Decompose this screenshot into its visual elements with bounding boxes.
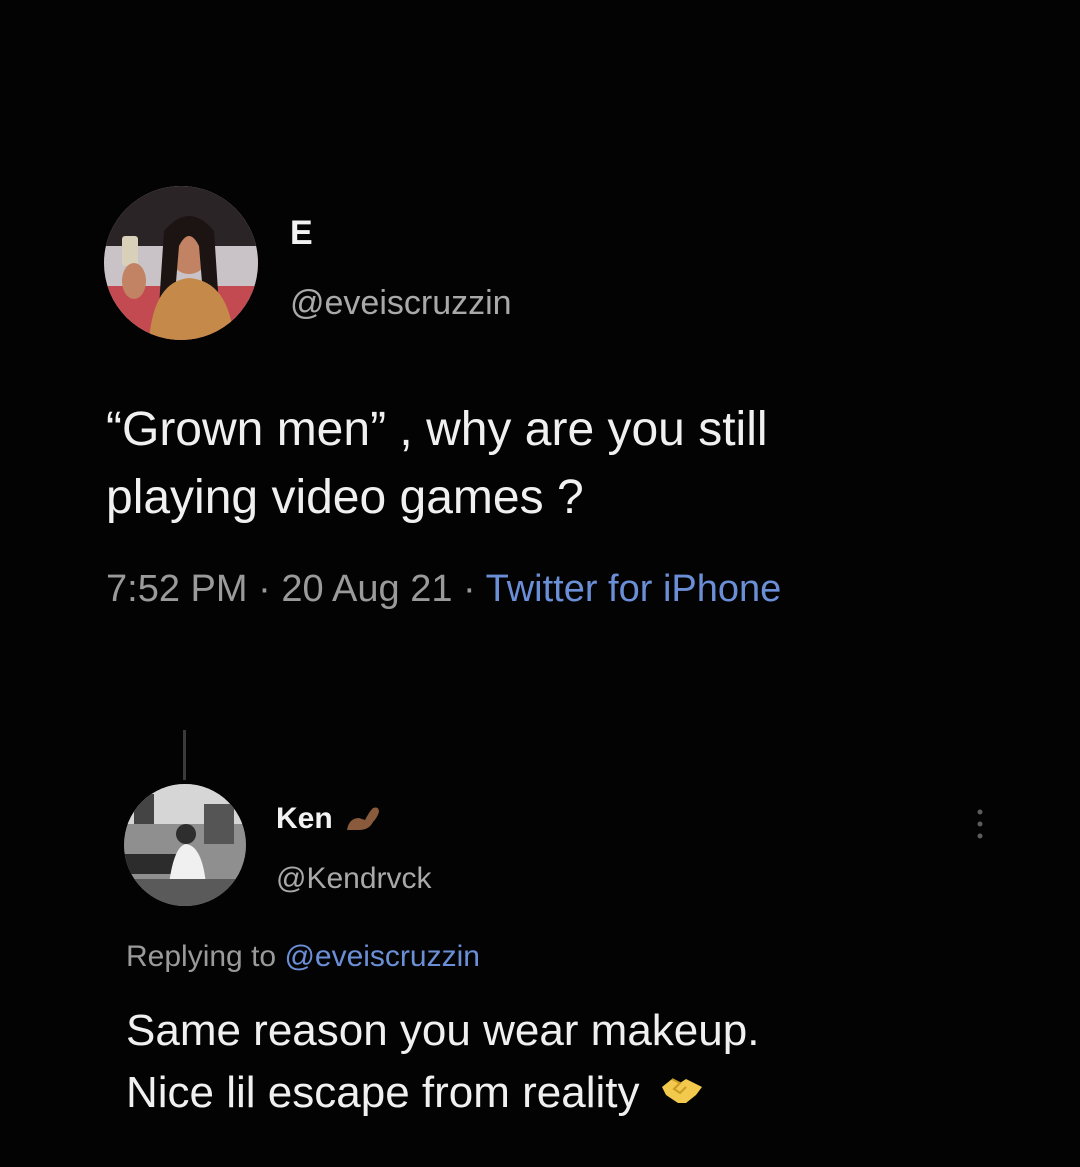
tweet-meta: 7:52 PM · 20 Aug 21 · Twitter for iPhone [106, 568, 781, 611]
author-display-name[interactable]: E [290, 214, 313, 253]
avatar-photo [124, 784, 246, 906]
replying-to-label: Replying to [126, 940, 285, 973]
tweet-date[interactable]: 20 Aug 21 [281, 568, 452, 610]
tweet-time[interactable]: 7:52 PM [106, 568, 248, 610]
thread-connector [183, 730, 186, 780]
reply-text-line-1: Same reason you wear makeup. [126, 1006, 760, 1055]
more-options-icon[interactable] [968, 804, 992, 844]
replying-to: Replying to @eveiscruzzin [126, 940, 480, 974]
author-avatar[interactable] [104, 186, 258, 340]
reply-text: Same reason you wear makeup. Nice lil es… [126, 1000, 1026, 1126]
meta-separator: · [452, 568, 486, 610]
meta-separator: · [247, 568, 282, 610]
tweet-source-link[interactable]: Twitter for iPhone [486, 568, 782, 610]
reply-author-avatar[interactable] [124, 784, 246, 906]
reply-author-handle[interactable]: @Kendrvck [276, 862, 432, 896]
reply-author-display-name[interactable]: Ken [276, 802, 383, 836]
reply-author-name-text: Ken [276, 802, 333, 835]
handshake-emoji-icon [660, 1064, 704, 1126]
replying-to-mention[interactable]: @eveiscruzzin [284, 940, 480, 973]
tweet-text-line-1: “Grown men” , why are you still [106, 403, 768, 456]
author-handle[interactable]: @eveiscruzzin [290, 284, 512, 323]
avatar-photo [104, 186, 258, 340]
reply-text-line-2: Nice lil escape from reality [126, 1068, 640, 1117]
tweet-text-line-2: playing video games ? [106, 471, 584, 524]
tweet-text: “Grown men” , why are you still playing … [106, 396, 1006, 532]
flexed-arm-emoji-icon [346, 807, 379, 830]
